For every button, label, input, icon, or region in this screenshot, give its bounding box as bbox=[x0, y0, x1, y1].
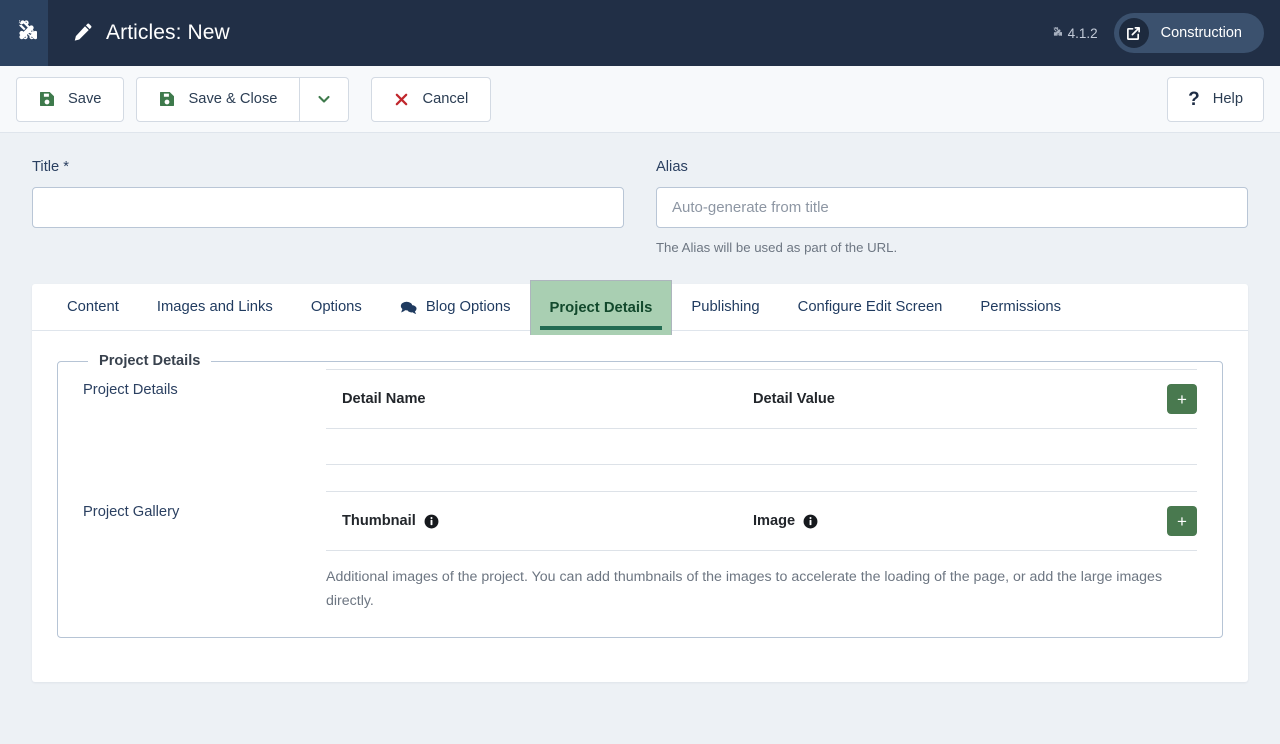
column-header-label: Image bbox=[753, 513, 796, 529]
plus-icon: + bbox=[1177, 389, 1187, 409]
tab-label: Permissions bbox=[980, 299, 1061, 315]
tab-configure-edit-screen[interactable]: Configure Edit Screen bbox=[779, 284, 962, 330]
column-header-label: Detail Value bbox=[753, 391, 835, 407]
table-header-row: Thumbnail Image + bbox=[326, 491, 1197, 551]
header-right-group: 4.1.2 Construction bbox=[1050, 13, 1280, 53]
table-header-row: Detail Name Detail Value + bbox=[326, 369, 1197, 429]
add-gallery-image-button[interactable]: + bbox=[1167, 506, 1197, 536]
tab-blog-options[interactable]: Blog Options bbox=[381, 284, 530, 330]
table-cell bbox=[1137, 428, 1197, 465]
column-header-label: Detail Name bbox=[342, 391, 426, 407]
chevron-down-icon bbox=[316, 91, 332, 107]
save-and-close-button[interactable]: Save & Close bbox=[136, 76, 301, 122]
title-label: Title * bbox=[32, 159, 69, 175]
cancel-button-label: Cancel bbox=[422, 91, 469, 107]
column-header-actions: + bbox=[1137, 369, 1197, 429]
preview-site-button[interactable]: Construction bbox=[1113, 13, 1264, 53]
save-options-dropdown-button[interactable] bbox=[300, 76, 350, 122]
title-alias-row: Title * Alias The Alias will be used as … bbox=[32, 133, 1248, 255]
version-number: 4.1.2 bbox=[1067, 25, 1098, 41]
table-empty-row bbox=[326, 428, 1197, 465]
editor-tabs: Content Images and Links Options Blog Op… bbox=[32, 280, 1248, 335]
cancel-button[interactable]: Cancel bbox=[371, 76, 492, 122]
info-circle-icon[interactable] bbox=[424, 514, 439, 529]
alias-help-text: The Alias will be used as part of the UR… bbox=[656, 240, 898, 255]
column-header-detail-name: Detail Name bbox=[326, 369, 737, 429]
project-gallery-subform: Thumbnail Image + Additional images of t… bbox=[326, 491, 1197, 613]
tab-project-details[interactable]: Project Details bbox=[529, 280, 673, 335]
project-gallery-row-label: Project Gallery bbox=[83, 504, 180, 520]
save-floppy-icon bbox=[39, 91, 55, 107]
joomla-logo-button[interactable] bbox=[0, 0, 48, 66]
editor-card: Content Images and Links Options Blog Op… bbox=[32, 280, 1248, 683]
question-mark-icon: ? bbox=[1188, 88, 1200, 110]
project-gallery-row: Project Gallery Thumbnail Image + Additi… bbox=[58, 491, 1222, 613]
project-details-row: Project Details Detail Name Detail Value… bbox=[58, 369, 1222, 465]
project-details-subform: Detail Name Detail Value + bbox=[326, 369, 1197, 465]
alias-label: Alias bbox=[656, 159, 688, 175]
column-header-image: Image bbox=[737, 491, 1137, 551]
save-and-close-label: Save & Close bbox=[188, 91, 278, 107]
save-close-group: Save & Close bbox=[136, 76, 350, 122]
project-details-fieldset: Project Details Project Details Detail N… bbox=[57, 353, 1223, 639]
tab-label: Images and Links bbox=[156, 299, 273, 315]
page-title: Articles: New bbox=[106, 21, 230, 44]
add-project-detail-button[interactable]: + bbox=[1167, 384, 1197, 414]
plus-icon: + bbox=[1177, 511, 1187, 531]
info-circle-icon[interactable] bbox=[803, 514, 818, 529]
alias-field-group: Alias The Alias will be used as part of … bbox=[656, 159, 1248, 255]
tab-label: Content bbox=[67, 299, 119, 315]
joomla-mark-icon bbox=[1050, 27, 1062, 39]
version-indicator: 4.1.2 bbox=[1050, 26, 1098, 41]
fieldset-legend: Project Details bbox=[99, 353, 201, 369]
page-heading: Articles: New bbox=[72, 21, 230, 45]
tab-images-and-links[interactable]: Images and Links bbox=[138, 284, 292, 330]
column-header-label: Thumbnail bbox=[342, 513, 416, 529]
alias-input[interactable] bbox=[656, 187, 1248, 228]
column-header-actions: + bbox=[1137, 491, 1197, 551]
tab-publishing[interactable]: Publishing bbox=[672, 284, 778, 330]
table-cell bbox=[326, 428, 737, 465]
column-header-thumbnail: Thumbnail bbox=[326, 491, 737, 551]
tab-panel-project-details: Project Details Project Details Detail N… bbox=[32, 331, 1248, 682]
joomla-logo-icon bbox=[11, 20, 37, 46]
main-content: Title * Alias The Alias will be used as … bbox=[0, 133, 1280, 683]
app-header: Articles: New 4.1.2 Construction bbox=[0, 0, 1280, 66]
preview-site-label: Construction bbox=[1160, 25, 1242, 41]
project-details-row-label: Project Details bbox=[83, 382, 178, 398]
title-field-group: Title * bbox=[32, 159, 624, 255]
project-gallery-description: Additional images of the project. You ca… bbox=[326, 569, 1163, 609]
project-gallery-table: Thumbnail Image + bbox=[326, 491, 1197, 551]
project-details-table: Detail Name Detail Value + bbox=[326, 369, 1197, 465]
tab-label: Options bbox=[310, 299, 362, 315]
editor-toolbar: Save Save & Close Cancel ? Help bbox=[0, 66, 1280, 133]
close-x-icon bbox=[394, 92, 409, 107]
tab-label: Publishing bbox=[691, 299, 760, 315]
tab-options[interactable]: Options bbox=[292, 284, 381, 330]
save-button[interactable]: Save bbox=[16, 76, 125, 122]
tab-label: Project Details bbox=[549, 299, 653, 316]
column-header-detail-value: Detail Value bbox=[737, 369, 1137, 429]
table-cell bbox=[737, 428, 1137, 465]
tab-permissions[interactable]: Permissions bbox=[961, 284, 1080, 330]
help-button-label: Help bbox=[1212, 91, 1243, 107]
tab-label: Configure Edit Screen bbox=[797, 299, 943, 315]
tab-label: Blog Options bbox=[425, 299, 511, 315]
tab-content[interactable]: Content bbox=[48, 284, 138, 330]
help-button[interactable]: ? Help bbox=[1167, 76, 1264, 122]
pencil-icon bbox=[72, 23, 92, 43]
title-input[interactable] bbox=[32, 187, 624, 228]
save-floppy-icon bbox=[159, 91, 175, 107]
external-link-icon bbox=[1118, 18, 1149, 48]
save-button-label: Save bbox=[68, 91, 102, 107]
comments-icon bbox=[400, 300, 417, 315]
